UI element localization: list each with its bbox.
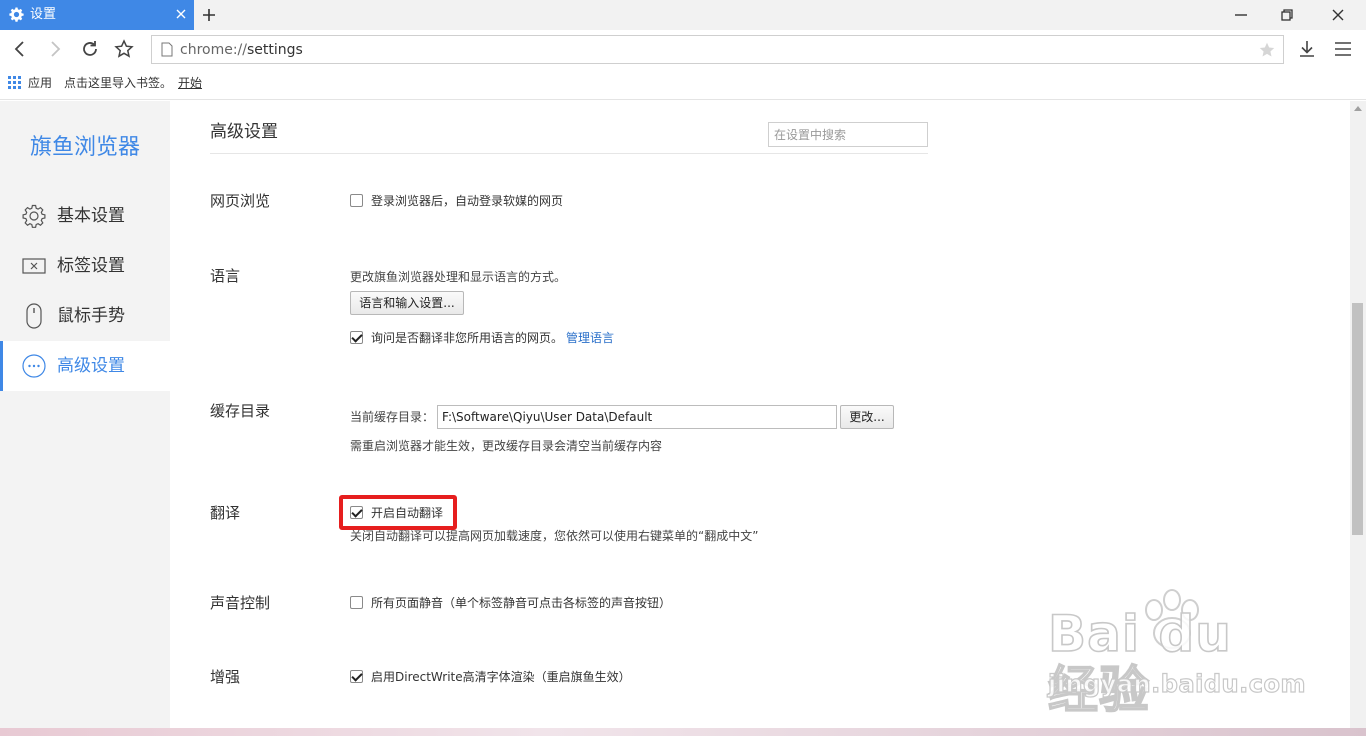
cache-path-field[interactable]: F:\Software\Qiyu\User Data\Default	[437, 405, 837, 429]
sidebar-item-basic[interactable]: 基本设置	[0, 191, 170, 241]
menu-icon[interactable]	[1333, 39, 1353, 59]
cache-note: 需重启浏览器才能生效，更改缓存目录会清空当前缓存内容	[350, 439, 663, 453]
settings-main: 高级设置 网页浏览 登录浏览器后，自动登录软媒的网页 语言 更改旗鱼浏览器处理和…	[170, 101, 1350, 728]
title-divider	[210, 153, 928, 154]
sidebar-item-label: 高级设置	[57, 356, 125, 376]
restore-icon[interactable]	[1278, 6, 1296, 24]
brand-title: 旗鱼浏览器	[30, 135, 141, 160]
tab-title: 设置	[30, 7, 57, 22]
bookmark-star-icon[interactable]	[1258, 41, 1276, 59]
window-close-icon[interactable]	[1329, 6, 1347, 24]
toolbar: chrome://settings	[0, 30, 1366, 68]
new-tab-icon[interactable]	[200, 6, 218, 24]
star-icon[interactable]	[114, 39, 134, 59]
settings-search-input[interactable]	[768, 122, 928, 147]
apps-grid-icon[interactable]	[8, 76, 21, 89]
vertical-scrollbar[interactable]	[1350, 101, 1366, 728]
cache-change-button[interactable]: 更改...	[840, 405, 894, 429]
sidebar-item-advanced[interactable]: 高级设置	[0, 341, 170, 391]
auto-login-label: 登录浏览器后，自动登录软媒的网页	[371, 194, 564, 208]
address-bar[interactable]: chrome://settings	[151, 35, 1284, 64]
language-input-settings-button[interactable]: 语言和输入设置...	[350, 291, 464, 315]
bookmarks-bar: 应用 点击这里导入书签。 开始	[0, 68, 1366, 100]
tab-icon	[22, 258, 46, 274]
sidebar-item-label: 标签设置	[57, 256, 125, 276]
address-url[interactable]: chrome://settings	[180, 41, 303, 59]
ask-translate-checkbox[interactable]	[350, 331, 363, 344]
gear-icon	[9, 7, 24, 22]
sidebar-item-tabs[interactable]: 标签设置	[0, 241, 170, 291]
sidebar: 旗鱼浏览器 基本设置 标签设置 鼠标手势 高级设置	[0, 101, 170, 728]
cache-current-label: 当前缓存目录：	[350, 410, 435, 424]
language-description: 更改旗鱼浏览器处理和显示语言的方式。	[350, 270, 567, 284]
section-label-enhance: 增强	[210, 668, 241, 686]
tab-strip: 设置	[0, 0, 1366, 30]
sidebar-item-label: 基本设置	[57, 206, 125, 226]
bookmark-import-hint[interactable]: 点击这里导入书签。	[64, 76, 172, 90]
mute-all-checkbox[interactable]	[350, 596, 363, 609]
page-icon	[161, 42, 173, 57]
highlight-box	[339, 495, 457, 530]
section-label-sound: 声音控制	[210, 594, 271, 612]
ask-translate-label: 询问是否翻译非您所用语言的网页。	[371, 331, 564, 345]
directwrite-label: 启用DirectWrite高清字体渲染（重启旗鱼生效）	[371, 670, 631, 684]
sidebar-item-label: 鼠标手势	[57, 306, 125, 326]
mute-all-label: 所有页面静音（单个标签静音可点击各标签的声音按钮）	[371, 596, 672, 610]
section-label-cache: 缓存目录	[210, 402, 271, 420]
scroll-up-icon[interactable]	[1354, 106, 1362, 111]
auto-login-checkbox[interactable]	[350, 194, 363, 207]
page-title: 高级设置	[210, 122, 278, 142]
more-icon	[22, 354, 46, 378]
manage-languages-link[interactable]: 管理语言	[566, 330, 614, 346]
directwrite-checkbox[interactable]	[350, 670, 363, 683]
mouse-icon	[26, 303, 42, 329]
section-label-browsing: 网页浏览	[210, 192, 271, 210]
download-icon[interactable]	[1297, 39, 1317, 59]
minimize-icon[interactable]	[1232, 6, 1250, 24]
reload-icon[interactable]	[80, 39, 100, 59]
sidebar-item-mouse[interactable]: 鼠标手势	[0, 291, 170, 341]
close-icon[interactable]	[174, 7, 188, 21]
gear-icon	[22, 204, 46, 228]
section-label-language: 语言	[210, 267, 241, 285]
translate-note: 关闭自动翻译可以提高网页加载速度，您依然可以使用右键菜单的“翻成中文”	[350, 529, 759, 543]
taskbar-strip	[0, 728, 1366, 736]
tab-settings[interactable]: 设置	[0, 0, 194, 30]
forward-icon[interactable]	[45, 39, 65, 59]
section-label-translate: 翻译	[210, 504, 241, 522]
bookmark-start-link[interactable]: 开始	[178, 76, 202, 90]
back-icon[interactable]	[10, 39, 30, 59]
scrollbar-thumb[interactable]	[1352, 303, 1363, 535]
bookmark-apps[interactable]: 应用	[28, 76, 52, 90]
